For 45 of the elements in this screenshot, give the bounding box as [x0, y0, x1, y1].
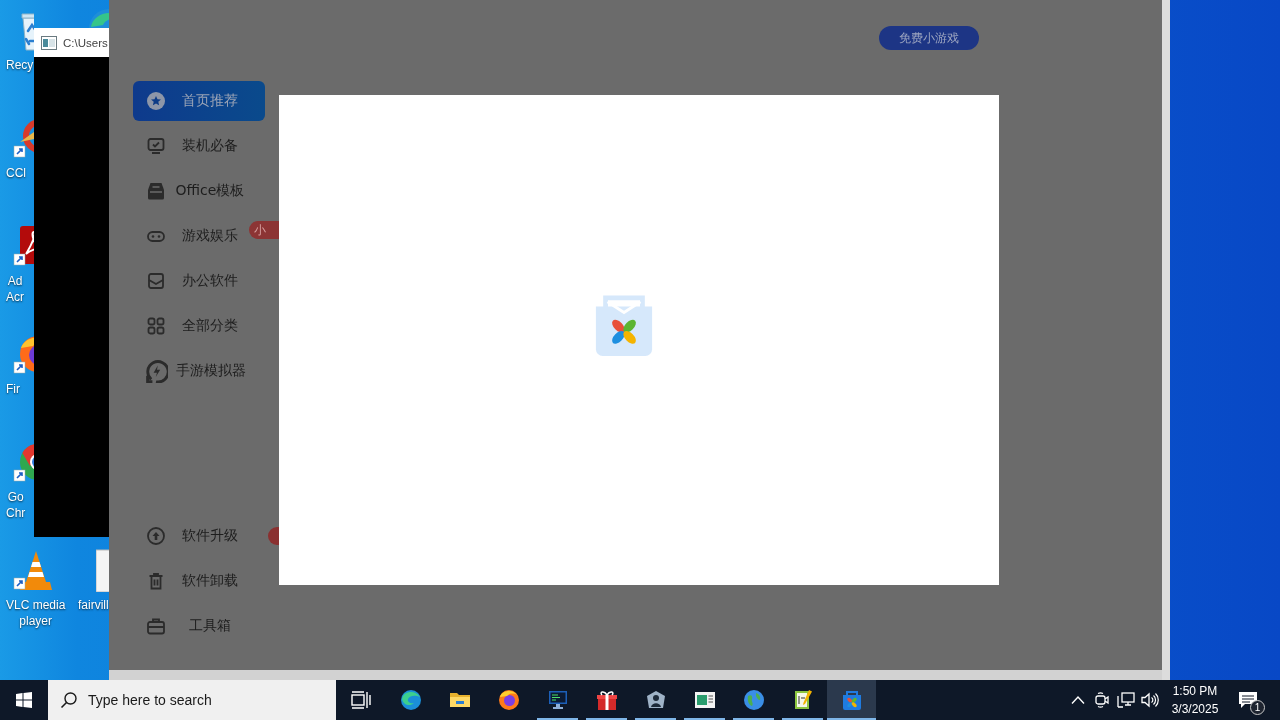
flame-globe-icon [496, 688, 521, 712]
nav-item[interactable]: 办公软件 [133, 261, 265, 301]
promo-badge: 小 [249, 221, 279, 239]
window-title: C:\Users [63, 36, 108, 49]
notifications-button[interactable]: 1 [1226, 680, 1270, 720]
grid-icon [146, 316, 166, 336]
volume-icon[interactable] [1141, 692, 1159, 708]
horizontal-scrollbar[interactable] [109, 670, 1162, 680]
desktop-icon-label[interactable]: fairvill [78, 597, 109, 613]
monitor-icon [146, 136, 166, 156]
arrow-up-circle-icon [146, 526, 166, 546]
mini-games-button[interactable]: 免费小游戏 [879, 26, 979, 50]
clock-button[interactable]: 1:50 PM 3/3/2025 [1164, 680, 1226, 720]
nav-item[interactable]: 全部分类 [133, 306, 265, 346]
nav-item[interactable]: Office模板 [133, 171, 265, 211]
desktop-icon-label[interactable]: VLC media player [6, 597, 66, 629]
vertical-scrollbar[interactable] [1162, 0, 1170, 680]
nav-item[interactable]: 软件卸载 [133, 561, 265, 601]
network-icon[interactable] [1117, 692, 1135, 708]
gift-icon [594, 688, 619, 712]
drawer-icon [146, 181, 166, 201]
nav-item[interactable]: 首页推荐 [133, 81, 265, 121]
lightning-ring-icon [144, 359, 168, 383]
desktop-icon-label[interactable]: Recy [6, 57, 34, 73]
notification-count: 1 [1250, 700, 1265, 715]
globe-icon [741, 688, 766, 712]
nav-item[interactable]: 手游模拟器 [133, 351, 265, 391]
search-field[interactable]: Type here to search [48, 680, 336, 720]
nav-item[interactable]: 软件升级 [133, 516, 265, 556]
desktop-icon-label[interactable]: CCl [6, 165, 26, 181]
webcam-icon[interactable] [1094, 692, 1110, 708]
desktop-icon-label[interactable]: Go Chr [6, 489, 26, 521]
wave-circle-icon [398, 688, 423, 712]
task-view-icon [351, 691, 371, 709]
envelope-icon [146, 271, 166, 291]
window-icon [41, 35, 57, 50]
nav-item[interactable]: 工具箱 [133, 606, 265, 646]
desktop-icon-label[interactable]: Ad Acr [6, 273, 24, 305]
bag-flower-icon [593, 293, 655, 357]
briefcase-icon [146, 616, 166, 636]
search-icon [60, 691, 78, 709]
nav-item[interactable]: 装机必备 [133, 126, 265, 166]
desktop-icon-label[interactable]: Fir [6, 381, 20, 397]
window-panes-icon [16, 692, 32, 708]
chevron-up-icon[interactable] [1071, 695, 1085, 705]
